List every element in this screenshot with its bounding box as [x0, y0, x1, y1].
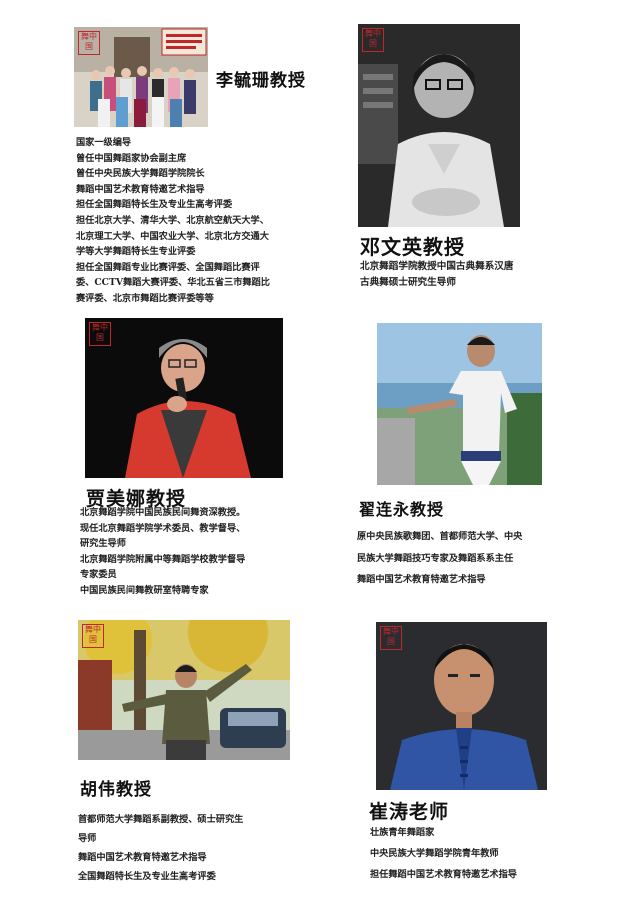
bio-line: 专家委员	[80, 569, 117, 581]
stamp-logo: 舞中国	[78, 31, 100, 55]
bio-line: 担任全国舞蹈特长生及专业生高考评委	[76, 199, 233, 211]
bio-line: 首都师范大学舞蹈系副教授、硕士研究生	[78, 814, 244, 825]
bio-line: 舞蹈中国艺术教育特邀艺术指导	[78, 852, 207, 863]
bio-line: 导师	[78, 833, 97, 844]
person-name: 翟连永教授	[359, 500, 445, 519]
bio-line: 北京舞蹈学院中国民族民间舞资深教授。	[80, 507, 246, 518]
bio-line: 委、CCTV舞蹈大赛评委、华北五省三市舞蹈比	[76, 277, 270, 289]
stage-photo-jia-meina: 舞中国	[85, 318, 283, 478]
bio-line: 国家一级编导	[76, 137, 132, 148]
bio-line: 北京舞蹈学院教授中国古典舞系汉唐	[360, 261, 514, 272]
person-bio: 北京舞蹈学院教授中国古典舞系汉唐 古典舞硕士研究生导师	[360, 259, 514, 290]
bio-line: 赛评委、北京市舞蹈比赛评委等等	[76, 292, 214, 304]
bio-line: 学等大学舞蹈特长生专业评委	[76, 246, 196, 258]
bio-line: 担任舞蹈中国艺术教育特邀艺术指导	[370, 869, 517, 880]
person-name: 胡伟教授	[80, 780, 152, 800]
bio-line: 曾任中国舞蹈家协会副主席	[76, 152, 187, 164]
stamp-logo: 舞中国	[362, 28, 384, 52]
bio-line: 现任北京舞蹈学院学术委员、教学督导、	[80, 522, 246, 534]
street-photo-hu-wei: 舞中国	[78, 620, 290, 760]
portrait-photo-cui-tao: 舞中国	[376, 622, 547, 790]
outdoor-photo-zhai-lianyong	[377, 323, 542, 485]
bio-line: 北京理工大学、中国农业大学、北京北方交通大	[76, 230, 269, 242]
bio-line: 壮族青年舞蹈家	[370, 827, 435, 838]
bio-line: 研究生导师	[80, 538, 126, 550]
group-photo-li-yushan: 舞中国	[74, 27, 208, 127]
person-name: 崔涛老师	[369, 801, 450, 823]
stamp-logo: 舞中国	[380, 626, 402, 650]
bio-line: 舞蹈中国艺术教育特邀艺术指导	[76, 183, 205, 195]
portrait-photo-deng-wenying: 舞中国	[358, 24, 520, 227]
person-bio: 壮族青年舞蹈家 中央民族大学舞蹈学院青年教师 担任舞蹈中国艺术教育特邀艺术指导	[370, 822, 517, 885]
bio-line: 中央民族大学舞蹈学院青年教师	[370, 848, 499, 859]
person-bio: 原中央民族歌舞团、首都师范大学、中央 民族大学舞蹈技巧专家及舞蹈系系主任 舞蹈中…	[357, 526, 522, 591]
bio-line: 民族大学舞蹈技巧专家及舞蹈系系主任	[357, 552, 514, 564]
bio-line: 担任北京大学、清华大学、北京航空航天大学、	[76, 214, 269, 226]
person-bio: 首都师范大学舞蹈系副教授、硕士研究生 导师 舞蹈中国艺术教育特邀艺术指导 全国舞…	[78, 810, 243, 886]
person-bio: 国家一级编导 曾任中国舞蹈家协会副主席 曾任中央民族大学舞蹈学院院长 舞蹈中国艺…	[76, 135, 270, 307]
stamp-logo: 舞中国	[89, 322, 111, 346]
bio-line: 舞蹈中国艺术教育特邀艺术指导	[357, 574, 486, 585]
bio-line: 担任全国舞蹈专业比赛评委、全国舞蹈比赛评	[76, 261, 260, 273]
bio-line: 曾任中央民族大学舞蹈学院院长	[76, 168, 205, 180]
bio-line: 中国民族民间舞教研室特聘专家	[80, 584, 209, 596]
person-name: 邓文英教授	[360, 235, 465, 259]
stamp-logo: 舞中国	[82, 624, 104, 648]
bio-line: 原中央民族歌舞团、首都师范大学、中央	[357, 531, 523, 542]
person-name: 李毓珊教授	[216, 71, 306, 91]
bio-line: 古典舞硕士研究生导师	[360, 276, 456, 288]
person-bio: 北京舞蹈学院中国民族民间舞资深教授。 现任北京舞蹈学院学术委员、教学督导、 研究…	[80, 505, 245, 599]
bio-line: 全国舞蹈特长生及专业生高考评委	[78, 871, 216, 882]
bio-line: 北京舞蹈学院附属中等舞蹈学校教学督导	[80, 553, 246, 565]
